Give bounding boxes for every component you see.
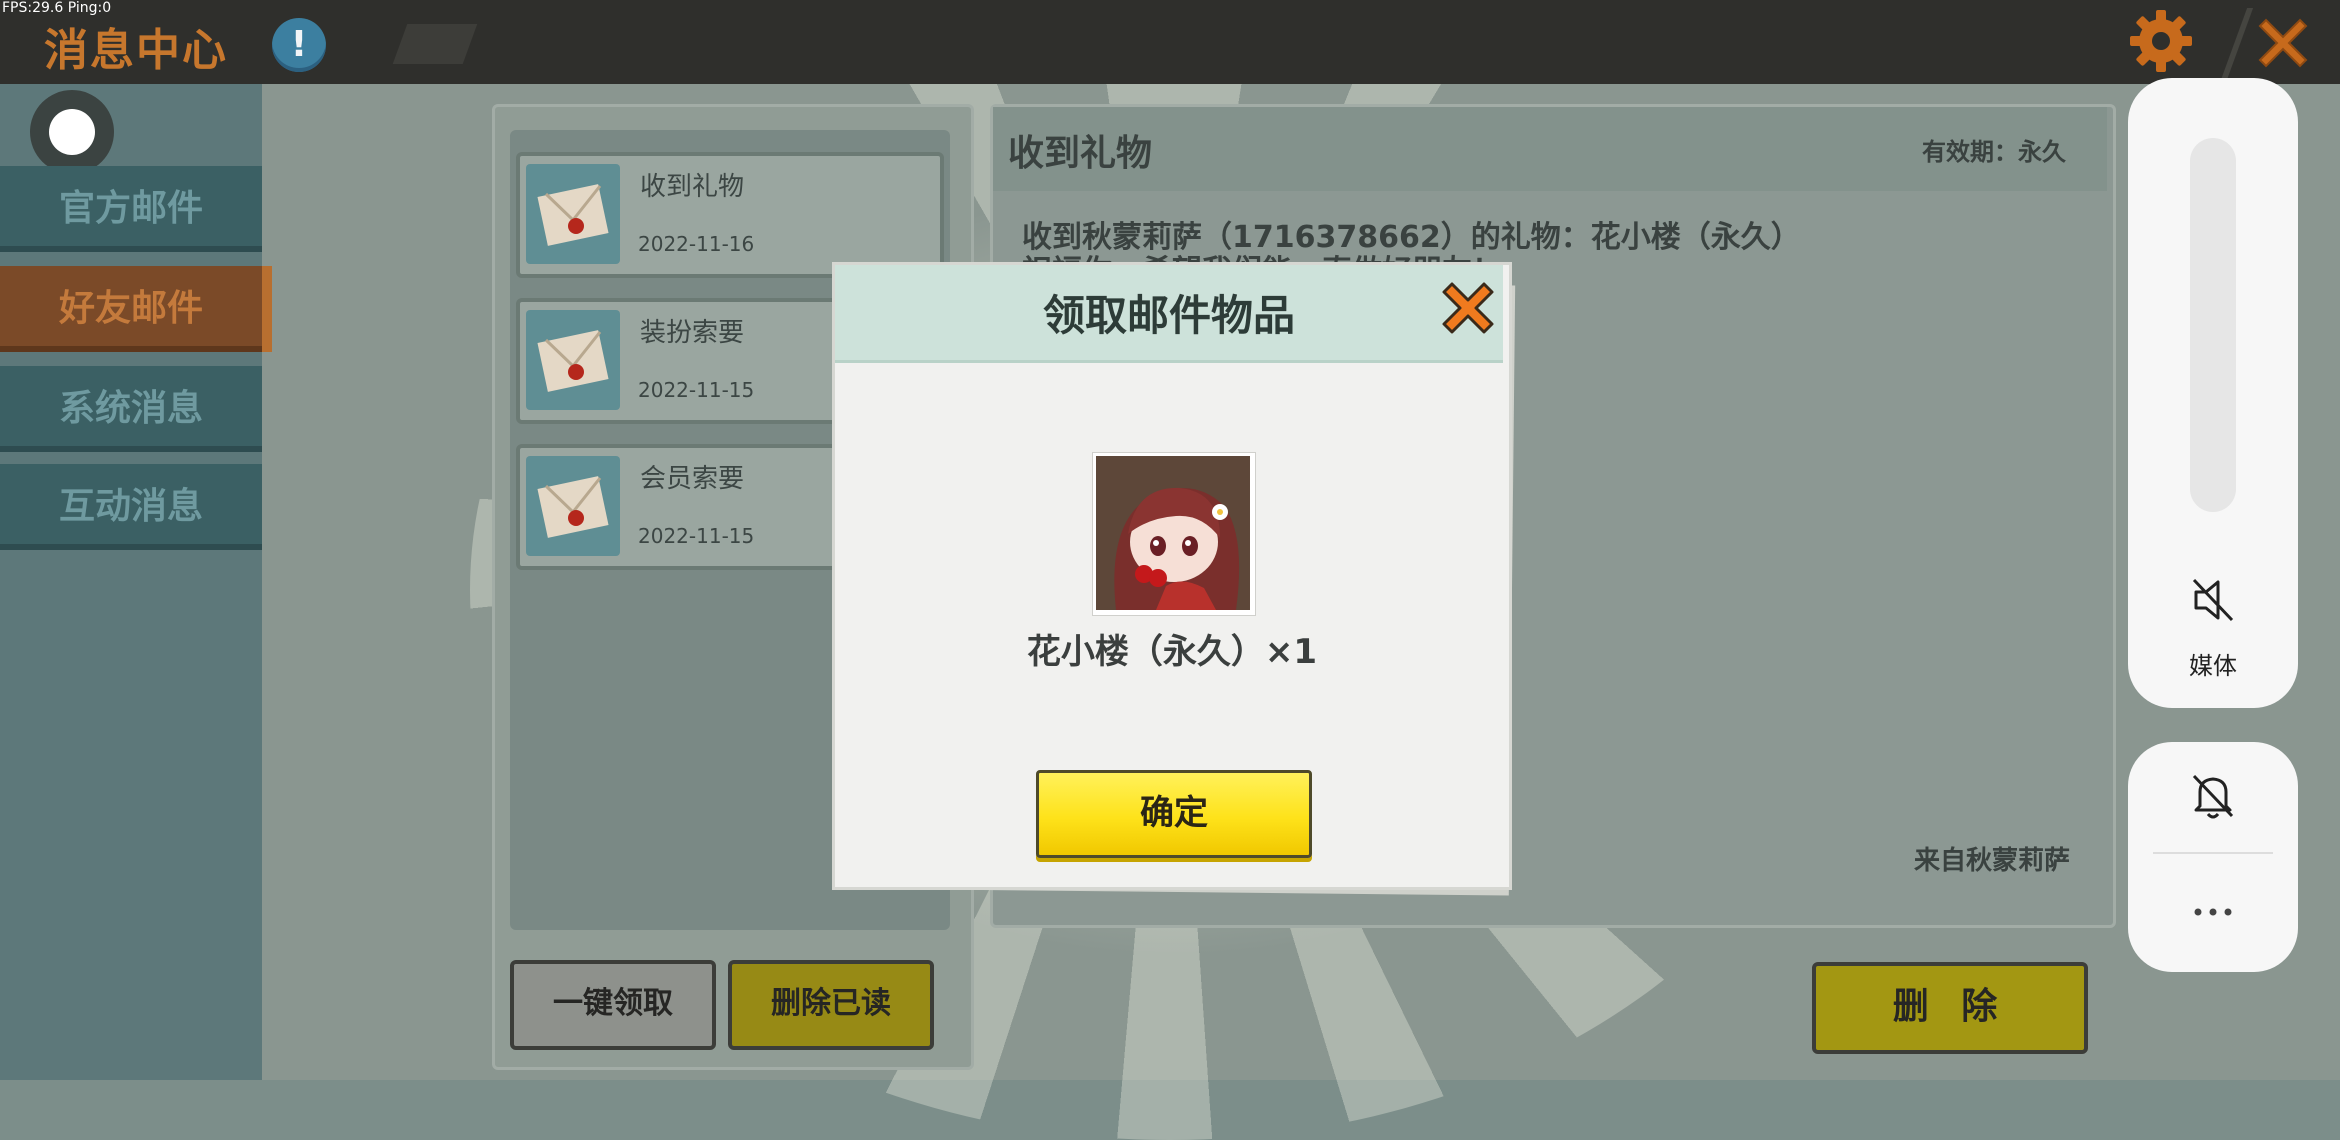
- gear-icon[interactable]: [2128, 8, 2194, 74]
- list-item[interactable]: 收到礼物 2022-11-16: [516, 152, 944, 278]
- envelope-icon: [526, 164, 620, 264]
- panel-divider: [2153, 852, 2273, 854]
- mail-date: 2022-11-16: [638, 232, 755, 256]
- confirm-button[interactable]: 确定: [1036, 770, 1312, 858]
- mail-date: 2022-11-15: [638, 378, 755, 402]
- delete-button[interactable]: 删 除: [1812, 962, 2088, 1054]
- dialog-title: 领取邮件物品: [1042, 291, 1295, 340]
- dialog-close-icon[interactable]: [1438, 278, 1498, 338]
- mail-title: 装扮索要: [640, 318, 745, 348]
- envelope-icon: [526, 456, 620, 556]
- top-bar: [0, 0, 2340, 84]
- tab-friend-mail[interactable]: 好友邮件: [0, 266, 272, 352]
- speaker-muted-icon[interactable]: [2190, 574, 2236, 626]
- tab-official-mail[interactable]: 官方邮件: [0, 166, 262, 252]
- tab-interaction-messages[interactable]: 互动消息: [0, 464, 262, 550]
- mail-title: 收到礼物: [640, 172, 745, 202]
- envelope-icon: [526, 310, 620, 410]
- item-character-image: [1096, 456, 1250, 610]
- page-title: 消息中心: [44, 25, 228, 76]
- tab-system-messages[interactable]: 系统消息: [0, 366, 262, 452]
- mail-validity: 有效期：永久: [1922, 138, 2066, 166]
- alert-icon[interactable]: !: [272, 18, 326, 72]
- bell-off-icon[interactable]: [2190, 770, 2236, 822]
- more-icon[interactable]: [2188, 900, 2238, 924]
- claim-all-button[interactable]: 一键领取: [510, 960, 716, 1050]
- media-label: 媒体: [2189, 652, 2237, 680]
- mail-date: 2022-11-15: [638, 524, 755, 548]
- delete-read-button[interactable]: 删除已读: [728, 960, 934, 1050]
- header-decoration: [392, 24, 478, 64]
- close-icon[interactable]: [2250, 10, 2316, 76]
- mail-detail-title: 收到礼物: [1008, 133, 1153, 174]
- media-volume-slider[interactable]: [2190, 138, 2236, 512]
- item-name: 花小楼（永久）×1: [1026, 632, 1318, 672]
- mail-sender: 来自秋蒙莉萨: [1914, 846, 2071, 876]
- mail-title: 会员索要: [640, 464, 745, 494]
- floating-assist-dot: [49, 109, 95, 155]
